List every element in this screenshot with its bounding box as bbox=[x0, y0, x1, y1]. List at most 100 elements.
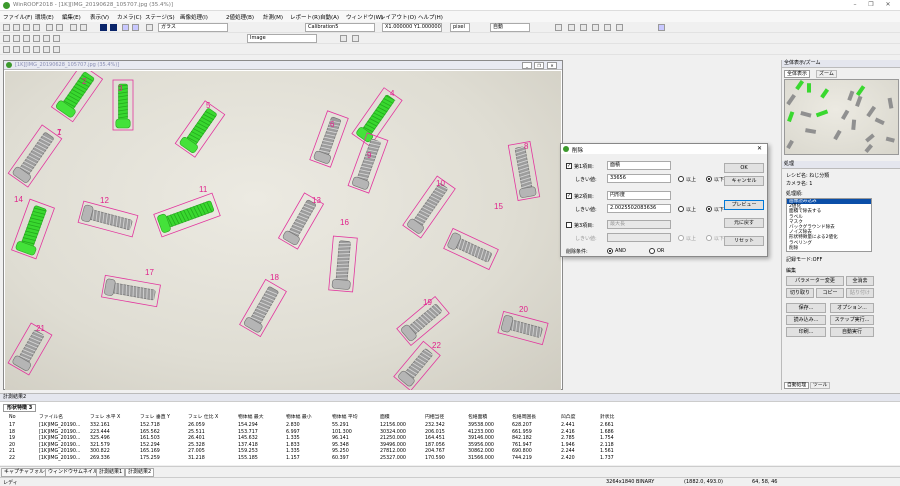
item3-checkbox[interactable] bbox=[566, 222, 572, 228]
select-icon[interactable] bbox=[122, 24, 129, 31]
tab-zoom[interactable]: ズーム bbox=[816, 70, 837, 78]
glass-select[interactable]: ガラス bbox=[158, 23, 228, 32]
erode-icon[interactable] bbox=[13, 35, 20, 42]
menu-item-4[interactable]: カメラ(C) bbox=[117, 13, 142, 21]
tab-full-view[interactable]: 全体表示 bbox=[784, 70, 811, 78]
print-icon[interactable] bbox=[33, 24, 40, 31]
select-2-icon[interactable] bbox=[132, 24, 139, 31]
tool-x-icon[interactable] bbox=[3, 46, 10, 53]
th3-below-radio[interactable] bbox=[706, 235, 712, 241]
menu-item-2[interactable]: 編集(E) bbox=[62, 13, 81, 21]
bottom-tab-2[interactable]: 計測結果1 bbox=[96, 468, 126, 477]
process-list-item[interactable]: 削除 bbox=[787, 246, 871, 251]
threshold3-input[interactable] bbox=[607, 233, 671, 242]
fill-icon[interactable] bbox=[33, 35, 40, 42]
preview-button[interactable]: プレビュー bbox=[724, 200, 764, 210]
menu-item-7[interactable]: 2値処理(B) bbox=[226, 13, 254, 21]
results-header-cell[interactable]: 物体幅 平均 bbox=[332, 414, 358, 421]
menu-item-8[interactable]: 計測(M) bbox=[263, 13, 283, 21]
auto-exec-button[interactable]: 自動実行 bbox=[830, 327, 874, 337]
menu-item-3[interactable]: 表示(V) bbox=[90, 13, 109, 21]
view-mode-2-icon[interactable] bbox=[110, 24, 117, 31]
and-radio[interactable] bbox=[607, 248, 613, 254]
results-header-cell[interactable]: No bbox=[9, 414, 16, 421]
image-restore-icon[interactable]: ❐ bbox=[534, 62, 544, 69]
menu-item-13[interactable]: ヘルプ(H) bbox=[418, 13, 443, 21]
th2-above-radio[interactable] bbox=[678, 206, 684, 212]
th2-below-radio[interactable] bbox=[706, 206, 712, 212]
undo-icon[interactable] bbox=[46, 24, 53, 31]
cut-button[interactable]: 切り取り bbox=[786, 288, 814, 298]
load-recipe-button[interactable]: 読み込み... bbox=[786, 315, 826, 325]
pointer-icon[interactable] bbox=[658, 24, 665, 31]
overview-thumbnail[interactable] bbox=[784, 79, 899, 155]
auto-select[interactable]: 自動 bbox=[490, 23, 530, 32]
zoom-scale-field[interactable]: X1.000000 Y1.000000 bbox=[382, 23, 442, 32]
results-header-cell[interactable]: 包絡面積 bbox=[468, 414, 487, 421]
results-header-cell[interactable]: 物体幅 最大 bbox=[238, 414, 264, 421]
restore-icon[interactable]: ❐ bbox=[866, 1, 876, 10]
open-icon[interactable] bbox=[13, 24, 20, 31]
restore-button[interactable]: 元に戻す bbox=[724, 218, 764, 228]
dilate-icon[interactable] bbox=[23, 35, 30, 42]
new-icon[interactable] bbox=[3, 24, 10, 31]
measure-icon[interactable] bbox=[43, 35, 50, 42]
rect-icon[interactable] bbox=[604, 24, 611, 31]
th3-above-radio[interactable] bbox=[678, 235, 684, 241]
menu-item-5[interactable]: ステージ(S) bbox=[145, 13, 175, 21]
table-row[interactable]: 22 [1K]IMG_20190... 269.336 175.259 31.218 15… bbox=[0, 455, 900, 462]
results-header-cell[interactable]: 包絡周囲長 bbox=[512, 414, 536, 421]
paste-button[interactable]: 貼り付け bbox=[846, 288, 874, 298]
tab-tools[interactable]: ツール bbox=[810, 382, 831, 389]
results-header-cell[interactable]: フェレ 仕比 X bbox=[188, 414, 218, 421]
view-mode-icon[interactable] bbox=[100, 24, 107, 31]
menu-item-10[interactable]: 自動(A) bbox=[320, 13, 339, 21]
th1-above-radio[interactable] bbox=[678, 176, 684, 182]
item2-checkbox[interactable]: ✓ bbox=[566, 193, 572, 199]
print-button[interactable]: 印刷... bbox=[786, 327, 826, 337]
close-icon[interactable]: ✕ bbox=[883, 1, 893, 10]
capture-icon[interactable] bbox=[80, 24, 87, 31]
threshold1-input[interactable]: 33656 bbox=[607, 174, 671, 183]
results-tab[interactable]: 形状特徴 3 bbox=[3, 404, 37, 412]
line-icon[interactable] bbox=[592, 24, 599, 31]
menu-item-0[interactable]: ファイル(F) bbox=[3, 13, 32, 21]
th1-below-radio[interactable] bbox=[706, 176, 712, 182]
filter-icon[interactable] bbox=[146, 24, 153, 31]
camera-icon[interactable] bbox=[70, 24, 77, 31]
image-mode-select[interactable]: Image bbox=[247, 34, 317, 43]
results-header-cell[interactable]: 面積 bbox=[380, 414, 390, 421]
minimize-icon[interactable]: – bbox=[850, 1, 860, 10]
menu-item-1[interactable]: 環境(E) bbox=[35, 13, 54, 21]
cancel-button[interactable]: キャンセル bbox=[724, 176, 764, 186]
save-recipe-button[interactable]: 保存... bbox=[786, 303, 826, 313]
copy-button[interactable]: コピー bbox=[816, 288, 844, 298]
zoom-icon[interactable] bbox=[555, 24, 562, 31]
threshold2-input[interactable]: 2.0025502083636 bbox=[607, 204, 671, 213]
image-canvas[interactable]: 1 2 3 4 5 6 7 8 9 10 11 12 13 14 15 16 17 18 19 20 21 22 bbox=[5, 63, 561, 392]
redo-icon[interactable] bbox=[56, 24, 63, 31]
tool-x4-icon[interactable] bbox=[33, 46, 40, 53]
results-header-cell[interactable]: フェレ 垂直 Y bbox=[140, 414, 170, 421]
item1-checkbox[interactable]: ✓ bbox=[566, 163, 572, 169]
pen-icon[interactable] bbox=[580, 24, 587, 31]
tool-x6-icon[interactable] bbox=[53, 46, 60, 53]
menu-item-12[interactable]: レイアウト(O) bbox=[380, 13, 416, 21]
calibration-select[interactable]: Calibration5 bbox=[305, 23, 375, 32]
menu-item-9[interactable]: レポート(R) bbox=[290, 13, 320, 21]
menu-item-6[interactable]: 画像処理(I) bbox=[180, 13, 208, 21]
bottom-tab-1[interactable]: ウィンドウサムネイル bbox=[45, 468, 101, 477]
ok-button[interactable]: OK bbox=[724, 163, 764, 173]
option-button[interactable]: オプション... bbox=[830, 303, 874, 313]
image-close-icon[interactable]: ✕ bbox=[547, 62, 557, 69]
results-header-cell[interactable]: 凹凸度 bbox=[561, 414, 575, 421]
tool-x5-icon[interactable] bbox=[43, 46, 50, 53]
process-list[interactable]: 画像読み込み 2値化 面積で除去する ラベル マスク バックグラウンド除去 ノイズ除去 形状特… bbox=[786, 198, 872, 252]
results-header-cell[interactable]: 針状比 bbox=[600, 414, 614, 421]
param-change-button[interactable]: パラメーター変更 bbox=[786, 276, 844, 286]
text-icon[interactable] bbox=[616, 24, 623, 31]
binarize-icon[interactable] bbox=[3, 35, 10, 42]
tool-x2-icon[interactable] bbox=[13, 46, 20, 53]
layer-icon[interactable] bbox=[340, 35, 347, 42]
results-header-cell[interactable]: ファイル名 bbox=[39, 414, 63, 421]
